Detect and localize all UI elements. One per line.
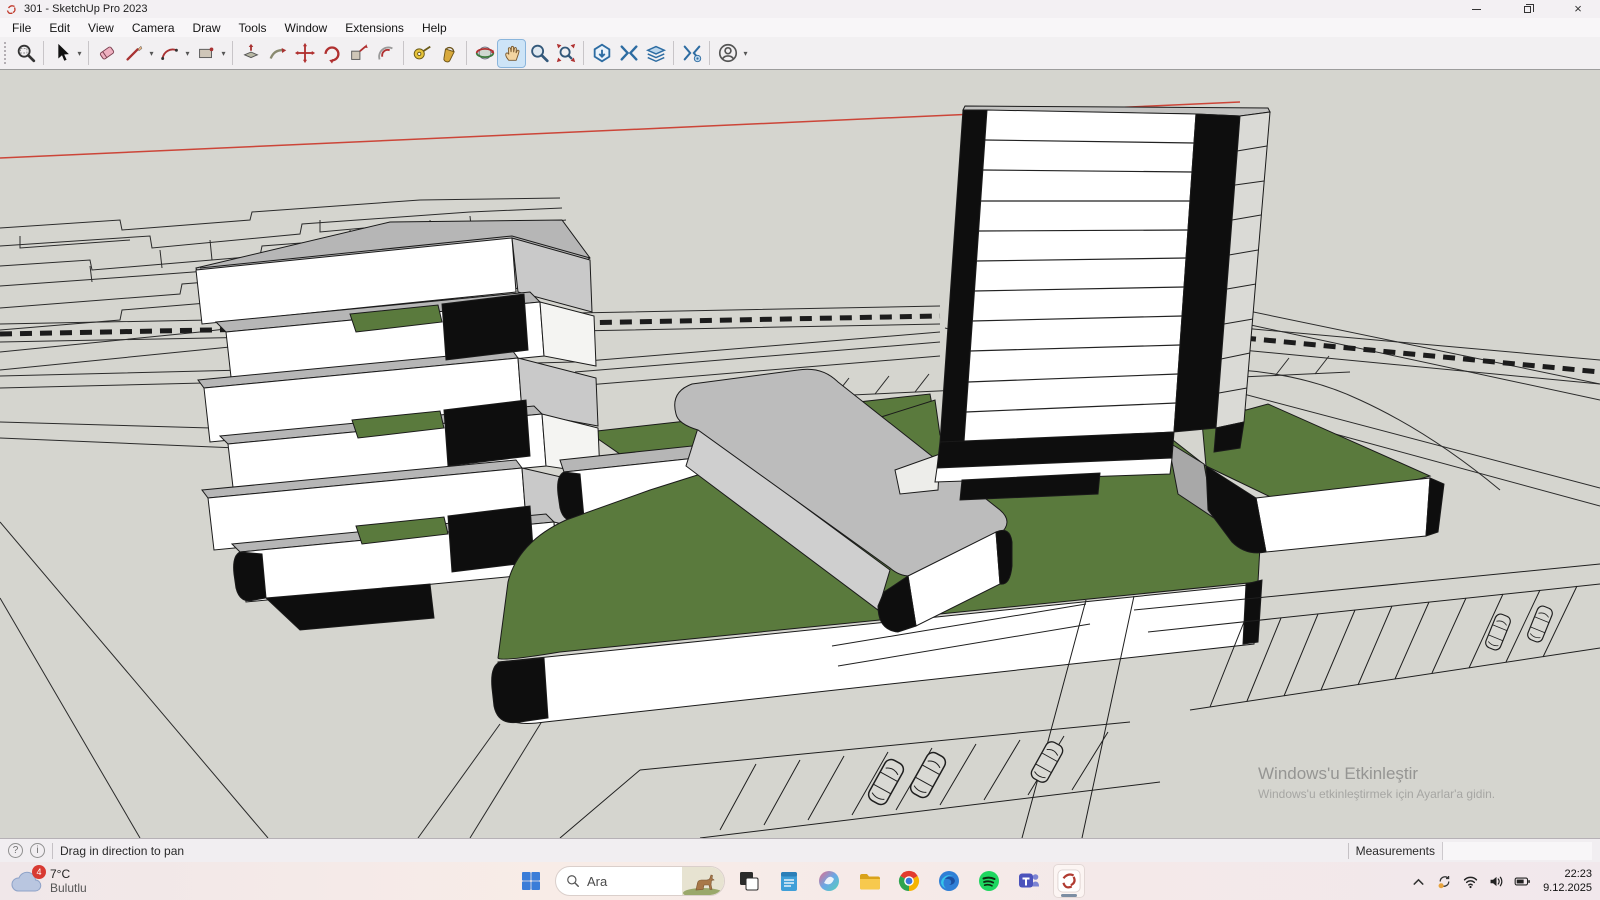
extension-manager-button[interactable]	[678, 40, 705, 67]
zoom-window-tool-button[interactable]	[12, 40, 39, 67]
orbit-tool-button[interactable]	[471, 40, 498, 67]
window-title: 301 - SketchUp Pro 2023	[24, 3, 148, 15]
weather-condition: Bulutlu	[50, 881, 87, 895]
taskbar-search[interactable]: Ara	[555, 866, 725, 896]
toolbar-drag-handle[interactable]	[4, 42, 8, 64]
minimize-button[interactable]	[1454, 0, 1498, 18]
pan-tool-button[interactable]	[498, 40, 525, 67]
shapes-tool-button[interactable]	[192, 40, 219, 67]
menu-draw[interactable]: Draw	[184, 20, 230, 36]
close-icon: ×	[1574, 4, 1582, 14]
weather-temperature: 7°C	[50, 867, 87, 881]
arc-dropdown-caret[interactable]: ▾	[183, 49, 192, 58]
zoom-tool-button[interactable]	[525, 40, 552, 67]
push-pull-tool-button[interactable]	[237, 40, 264, 67]
menu-camera[interactable]: Camera	[123, 20, 184, 36]
search-highlight-image	[682, 866, 724, 896]
task-view-button[interactable]	[733, 864, 765, 898]
notepad-icon	[777, 869, 801, 893]
file-explorer-button[interactable]	[853, 864, 885, 898]
scenes-button[interactable]	[642, 40, 669, 67]
menu-tools[interactable]: Tools	[230, 20, 276, 36]
measurements-input[interactable]	[1442, 842, 1592, 860]
toolbar: ▾ ▾ ▾ ▾	[0, 37, 1600, 70]
edge-icon	[937, 869, 961, 893]
spotify-icon	[977, 869, 1001, 893]
sketchup-logo-icon	[5, 3, 17, 15]
select-dropdown-caret[interactable]: ▾	[75, 49, 84, 58]
tray-time: 22:23	[1543, 867, 1592, 881]
chrome-icon	[897, 869, 921, 893]
wifi-icon[interactable]	[1461, 872, 1479, 890]
paint-bucket-tool-button[interactable]	[435, 40, 462, 67]
menu-view[interactable]: View	[79, 20, 123, 36]
windows-logo-icon	[519, 869, 543, 893]
menu-window[interactable]: Window	[276, 20, 337, 36]
account-dropdown-caret[interactable]: ▾	[741, 49, 750, 58]
tray-date: 9.12.2025	[1543, 881, 1592, 895]
zoom-extents-tool-button[interactable]	[552, 40, 579, 67]
account-button[interactable]	[714, 40, 741, 67]
edge-app-button[interactable]	[933, 864, 965, 898]
notepad-app-button[interactable]	[773, 864, 805, 898]
volume-icon[interactable]	[1487, 872, 1505, 890]
line-dropdown-caret[interactable]: ▾	[147, 49, 156, 58]
scale-tool-button[interactable]	[345, 40, 372, 67]
close-button[interactable]: ×	[1556, 0, 1600, 18]
battery-icon[interactable]	[1513, 872, 1531, 890]
tray-clock[interactable]: 22:23 9.12.2025	[1543, 867, 1592, 896]
teams-app-button[interactable]	[1013, 864, 1045, 898]
follow-me-tool-button[interactable]	[264, 40, 291, 67]
status-hint: Drag in direction to pan	[60, 844, 184, 858]
menu-extensions[interactable]: Extensions	[336, 20, 413, 36]
menu-file[interactable]: File	[3, 20, 40, 36]
model-viewport[interactable]: Windows'u Etkinleştir Windows'u etkinleş…	[0, 70, 1600, 838]
menu-bar: File Edit View Camera Draw Tools Window …	[0, 18, 1600, 37]
shapes-dropdown-caret[interactable]: ▾	[219, 49, 228, 58]
restore-icon	[1524, 6, 1531, 13]
menu-help[interactable]: Help	[413, 20, 456, 36]
measurements-label: Measurements	[1356, 844, 1435, 858]
teams-icon	[1017, 869, 1041, 893]
copilot-icon	[817, 869, 841, 893]
eraser-tool-button[interactable]	[93, 40, 120, 67]
move-tool-button[interactable]	[291, 40, 318, 67]
title-bar: 301 - SketchUp Pro 2023 ×	[0, 0, 1600, 18]
sketchup-window: 301 - SketchUp Pro 2023 × File Edit View…	[0, 0, 1600, 900]
sketchup-app-button[interactable]	[1053, 864, 1085, 898]
taskbar: 4 7°C Bulutlu Ara	[0, 862, 1600, 900]
tape-measure-tool-button[interactable]	[408, 40, 435, 67]
maximize-button[interactable]	[1505, 0, 1549, 18]
line-tool-button[interactable]	[120, 40, 147, 67]
search-icon	[566, 874, 580, 888]
start-button[interactable]	[515, 864, 547, 898]
taskbar-center: Ara	[515, 862, 1085, 900]
copilot-app-button[interactable]	[813, 864, 845, 898]
tray-chevron-icon[interactable]	[1409, 872, 1427, 890]
rotate-tool-button[interactable]	[318, 40, 345, 67]
menu-edit[interactable]: Edit	[40, 20, 79, 36]
search-placeholder: Ara	[587, 874, 607, 889]
system-tray: 22:23 9.12.2025	[1409, 862, 1592, 900]
weather-widget[interactable]: 4 7°C Bulutlu	[8, 862, 87, 900]
3d-warehouse-button[interactable]	[588, 40, 615, 67]
select-tool-button[interactable]	[48, 40, 75, 67]
minimize-icon	[1472, 9, 1481, 10]
weather-alert-badge: 4	[32, 865, 46, 879]
geolocation-icon[interactable]: ?	[8, 843, 23, 858]
3d-scene	[0, 70, 1600, 838]
chrome-app-button[interactable]	[893, 864, 925, 898]
task-view-icon	[737, 869, 761, 893]
offset-tool-button[interactable]	[372, 40, 399, 67]
status-bar: ? i Drag in direction to pan Measurement…	[0, 838, 1600, 862]
extension-warehouse-button[interactable]	[615, 40, 642, 67]
folder-icon	[857, 869, 881, 893]
arc-tool-button[interactable]	[156, 40, 183, 67]
spotify-app-button[interactable]	[973, 864, 1005, 898]
sketchup-app-icon	[1057, 869, 1081, 893]
info-icon[interactable]: i	[30, 843, 45, 858]
sync-update-icon[interactable]	[1435, 872, 1453, 890]
